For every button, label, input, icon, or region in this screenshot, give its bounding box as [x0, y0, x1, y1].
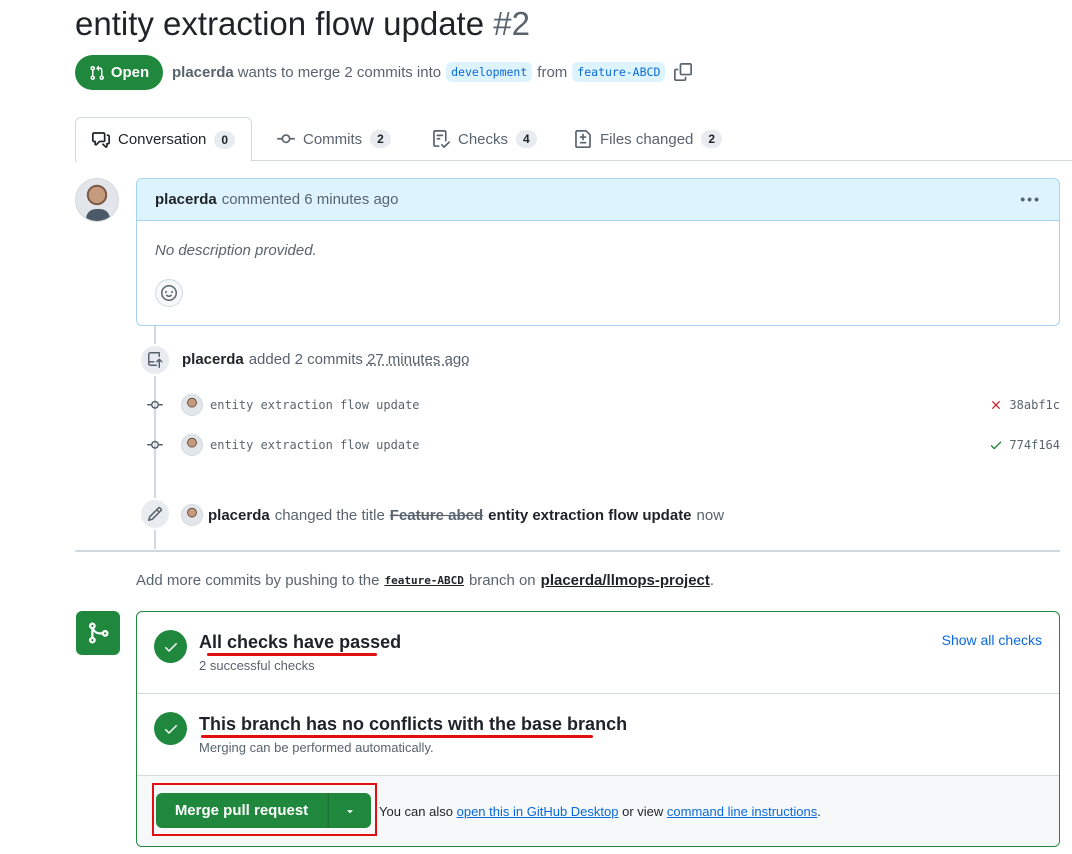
pull-request-icon — [90, 65, 104, 80]
timeline-divider — [75, 550, 1060, 552]
repo-push-icon — [139, 344, 171, 376]
tab-conversation-count: 0 — [214, 130, 236, 149]
commit-message-link[interactable]: entity extraction flow update — [210, 438, 420, 452]
pencil-icon — [139, 498, 171, 530]
merge-footer: Merge pull request You can also open thi… — [137, 776, 1059, 846]
event-author-link[interactable]: placerda — [182, 351, 244, 368]
push-note-branch-link[interactable]: feature-ABCD — [384, 574, 463, 587]
copy-icon[interactable] — [674, 63, 693, 81]
command-line-link[interactable]: command line instructions — [667, 804, 817, 819]
annotation-underline — [201, 735, 593, 738]
tab-files-changed[interactable]: Files changed 2 — [574, 117, 723, 161]
pr-state-label: Open — [110, 64, 150, 81]
commits-added-event: placerda added 2 commits 27 minutes ago — [182, 351, 470, 368]
from-text: from — [537, 63, 568, 81]
event-action: changed the title — [274, 506, 385, 524]
merge-box: All checks have passed 2 successful chec… — [136, 611, 1060, 847]
author-avatar[interactable] — [75, 178, 119, 222]
new-title: entity extraction flow update — [488, 506, 692, 524]
tab-conversation-label: Conversation — [118, 131, 207, 148]
x-icon[interactable] — [989, 398, 1003, 412]
kebab-menu-icon[interactable]: ••• — [1020, 191, 1041, 207]
event-time[interactable]: now — [697, 507, 725, 524]
tab-checks-count: 4 — [516, 130, 537, 148]
footer-prefix: You can also — [379, 804, 453, 819]
push-note-repo-link[interactable]: placerda/llmops-project — [541, 572, 710, 589]
check-circle-icon — [154, 712, 187, 745]
add-reaction-button[interactable] — [155, 279, 183, 307]
comment-author-link[interactable]: placerda — [155, 191, 217, 208]
commit-sha-link[interactable]: 38abf1c — [1009, 398, 1060, 412]
git-merge-icon — [76, 611, 120, 655]
tab-commits-count: 2 — [370, 130, 391, 148]
event-action: added 2 commits — [248, 351, 363, 368]
push-note-middle: branch on — [468, 572, 536, 589]
conflicts-section: This branch has no conflicts with the ba… — [137, 694, 1059, 776]
smiley-icon — [161, 285, 177, 301]
pr-state-badge: Open — [75, 55, 163, 90]
checks-section: All checks have passed 2 successful chec… — [137, 612, 1059, 694]
comment-action: commented 6 minutes ago — [221, 191, 399, 208]
tab-checks[interactable]: Checks 4 — [432, 117, 537, 161]
tab-files-changed-count: 2 — [701, 130, 723, 148]
annotation-underline — [207, 653, 377, 656]
event-author-avatar[interactable] — [181, 504, 203, 526]
event-time-link[interactable]: 27 minutes ago — [367, 351, 470, 368]
commit-author-avatar[interactable] — [181, 394, 203, 416]
check-circle-icon — [154, 630, 187, 663]
base-branch-label[interactable]: development — [446, 62, 533, 82]
footer-suffix: . — [817, 804, 821, 819]
comment-header: placerda commented 6 minutes ago — [137, 179, 1059, 221]
pr-meta: placerda wants to merge 2 commits into d… — [172, 62, 693, 82]
tab-files-changed-label: Files changed — [600, 130, 694, 148]
conflicts-subtitle: Merging can be performed automatically. — [199, 740, 434, 755]
commit-status: 38abf1c — [989, 398, 1060, 412]
commit-message-link[interactable]: entity extraction flow update — [210, 398, 420, 412]
file-diff-icon — [575, 130, 591, 148]
merge-pull-request-button[interactable]: Merge pull request — [156, 793, 328, 828]
pr-author-link[interactable]: placerda — [172, 64, 234, 81]
old-title: Feature abcd — [389, 506, 484, 524]
merge-options-dropdown[interactable] — [328, 793, 371, 828]
push-note-prefix: Add more commits by pushing to the — [136, 572, 380, 589]
conflicts-title: This branch has no conflicts with the ba… — [199, 714, 628, 734]
push-note-suffix: . — [709, 572, 715, 589]
merge-footer-text: You can also open this in GitHub Desktop… — [379, 804, 821, 819]
tab-conversation[interactable]: Conversation 0 — [75, 117, 253, 162]
triangle-down-icon — [347, 809, 353, 813]
conversation-icon — [92, 131, 110, 148]
pr-description-comment: placerda commented 6 minutes ago ••• No … — [136, 178, 1060, 326]
open-in-desktop-link[interactable]: open this in GitHub Desktop — [457, 804, 619, 819]
title-changed-event: placerda changed the title Feature abcd … — [181, 504, 724, 526]
tab-checks-label: Checks — [458, 130, 509, 148]
git-commit-icon — [145, 397, 165, 413]
tab-commits[interactable]: Commits 2 — [277, 117, 391, 161]
checklist-icon — [433, 130, 450, 148]
commit-author-avatar[interactable] — [181, 434, 203, 456]
pr-number: #2 — [493, 5, 530, 42]
checks-title: All checks have passed — [199, 632, 402, 652]
pr-title: entity extraction flow update #2 — [75, 5, 530, 43]
tab-commits-label: Commits — [303, 130, 363, 148]
event-author-link[interactable]: placerda — [208, 507, 270, 524]
comment-body: No description provided. — [155, 242, 317, 259]
merge-text: wants to merge 2 commits into — [237, 63, 442, 81]
git-commit-icon — [145, 437, 165, 453]
commit-row[interactable]: entity extraction flow update 774f164 — [145, 433, 1060, 457]
pr-title-text: entity extraction flow update — [75, 5, 485, 42]
commit-sha-link[interactable]: 774f164 — [1009, 438, 1060, 452]
push-note: Add more commits by pushing to the featu… — [136, 572, 714, 589]
commit-status: 774f164 — [989, 438, 1060, 452]
checks-subtitle: 2 successful checks — [199, 658, 315, 673]
check-icon[interactable] — [989, 438, 1003, 452]
commit-row[interactable]: entity extraction flow update 38abf1c — [145, 393, 1060, 417]
footer-middle: or view — [622, 804, 664, 819]
head-branch-label[interactable]: feature-ABCD — [572, 62, 666, 82]
pr-tabs: Conversation 0 Commits 2 Checks 4 Files … — [75, 117, 1072, 162]
commit-icon — [277, 134, 295, 144]
show-all-checks-link[interactable]: Show all checks — [942, 632, 1042, 648]
